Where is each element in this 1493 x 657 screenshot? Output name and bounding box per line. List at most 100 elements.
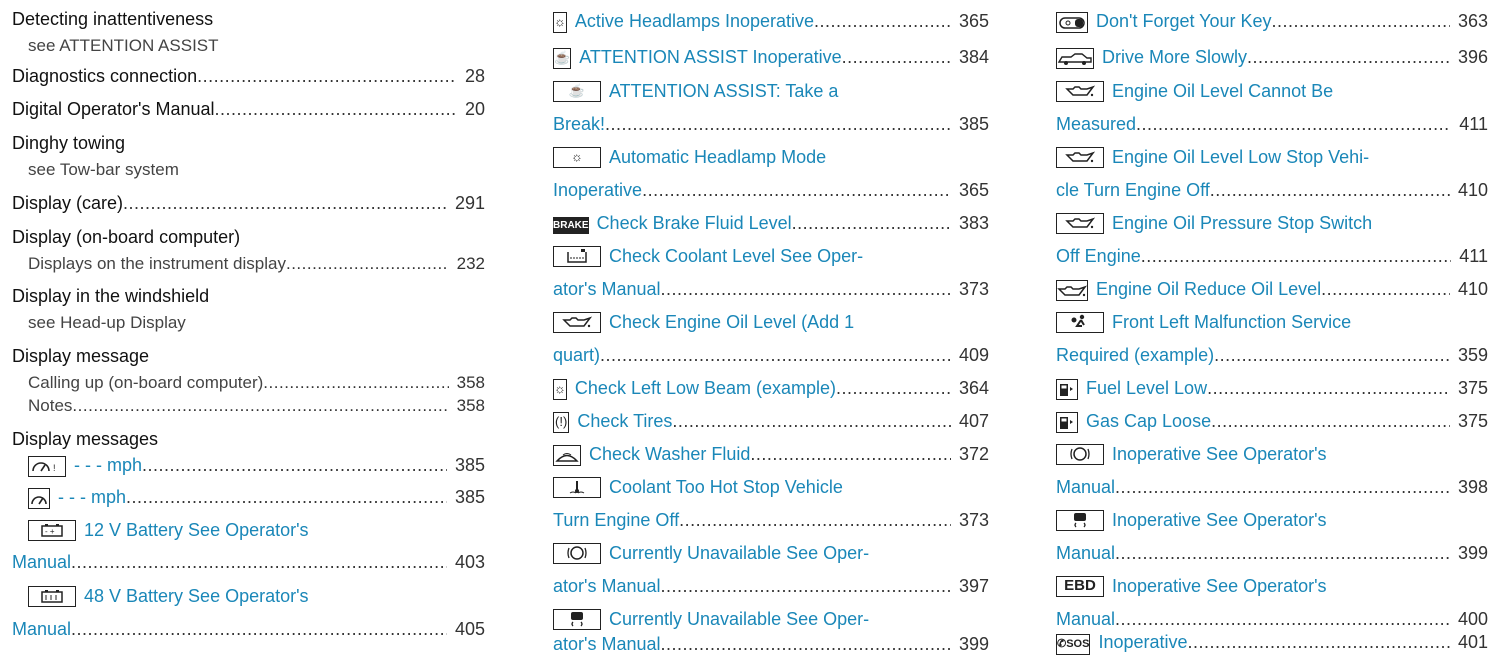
index-subentry-continuation[interactable]: Turn Engine Off373 <box>553 508 989 533</box>
coolant-temperature-icon <box>553 476 601 498</box>
airbag-icon <box>1056 311 1104 333</box>
index-subentry[interactable]: Currently Unavailable See Oper- <box>553 607 989 632</box>
index-subentry-continuation[interactable]: ator's Manual373 <box>553 277 989 302</box>
index-subentry[interactable]: Inoperative See Operator's <box>1056 442 1488 467</box>
brake-icon: BRAKE <box>553 217 589 234</box>
index-subentry-continuation[interactable]: Inoperative365 <box>553 178 989 203</box>
coolant-reservoir-icon <box>553 245 601 267</box>
index-subentry[interactable]: (!)Check Tires407 <box>553 409 989 434</box>
car-slow-icon <box>1056 48 1094 69</box>
index-subentry[interactable]: Check Engine Oil Level (Add 1 <box>553 310 989 335</box>
index-entry-diagnostics[interactable]: Diagnostics connection28 <box>12 64 485 89</box>
page-number: 385 <box>454 487 485 507</box>
index-subentry[interactable]: Displays on the instrument display232 <box>12 251 485 276</box>
index-subentry-continuation[interactable]: Off Engine411 <box>1056 244 1488 269</box>
page-number: 397 <box>958 576 989 596</box>
index-subentry[interactable]: ☼Check Left Low Beam (example)364 <box>553 376 989 401</box>
page-number: 403 <box>454 552 485 572</box>
coffee-cup-icon: ☕ <box>553 80 601 102</box>
page-number: 232 <box>456 254 485 273</box>
index-entry-digital-manual[interactable]: Digital Operator's Manual20 <box>12 97 485 122</box>
page-number: 365 <box>958 11 989 31</box>
page-number: 385 <box>958 114 989 134</box>
index-subentry[interactable]: Check Washer Fluid372 <box>553 442 989 467</box>
index-heading-display-messages: Display messages <box>12 429 159 449</box>
battery-icon: - + <box>28 519 76 541</box>
page-number: 20 <box>464 99 485 119</box>
index-subentry[interactable]: - +12 V Battery See Operator's <box>12 518 485 543</box>
oil-can-icon <box>553 311 601 333</box>
index-subentry[interactable]: Inoperative See Operator's <box>1056 508 1488 533</box>
index-heading-dinghy: Dinghy towing <box>12 133 126 153</box>
page-number: 28 <box>464 66 485 86</box>
index-subentry[interactable]: ☼ Automatic Headlamp Mode <box>553 145 989 170</box>
index-subentry-continuation[interactable]: Manual405 <box>12 617 485 642</box>
index-subentry[interactable]: Front Left Malfunction Service <box>1056 310 1488 335</box>
index-subentry-continuation[interactable]: quart)409 <box>553 343 989 368</box>
index-subentry-continuation[interactable]: ator's Manual397 <box>553 574 989 599</box>
svg-text:- +: - + <box>45 527 55 536</box>
fuel-pump-icon <box>1056 379 1078 400</box>
index-subentry[interactable]: Engine Oil Pressure Stop Switch <box>1056 211 1488 236</box>
index-subentry[interactable]: Fuel Level Low375 <box>1056 376 1488 401</box>
index-subentry-continuation[interactable]: ator's Manual399 <box>553 632 989 657</box>
page-number: 407 <box>958 411 989 431</box>
index-subentry-continuation[interactable]: Manual398 <box>1056 475 1488 500</box>
battery-48v-icon <box>28 585 76 607</box>
index-subentry[interactable]: Calling up (on-board computer)358 <box>12 370 485 395</box>
index-subentry[interactable]: Currently Unavailable See Oper- <box>553 541 989 566</box>
index-subentry[interactable]: Drive More Slowly396 <box>1056 45 1488 70</box>
page-number: 400 <box>1457 609 1488 629</box>
index-subentry[interactable]: - - - mph385 <box>12 485 485 510</box>
fuel-pump-icon <box>1056 412 1078 433</box>
index-subentry[interactable]: Coolant Too Hot Stop Vehicle <box>553 475 989 500</box>
see-reference: see Head-up Display <box>28 313 186 332</box>
page-number: 363 <box>1457 11 1488 31</box>
svg-text:!: ! <box>53 463 56 473</box>
index-subentry[interactable]: BRAKECheck Brake Fluid Level383 <box>553 211 989 236</box>
index-subentry[interactable]: !- - - mph385 <box>12 453 485 478</box>
oil-can-icon <box>1056 146 1104 168</box>
index-subentry[interactable]: Notes358 <box>12 393 485 418</box>
index-heading-display-obc: Display (on-board computer) <box>12 227 241 247</box>
index-subentry[interactable]: Gas Cap Loose375 <box>1056 409 1488 434</box>
abs-icon <box>553 542 601 564</box>
index-subentry-continuation[interactable]: Manual400 <box>1056 607 1488 632</box>
index-subentry[interactable]: Engine Oil Level Cannot Be <box>1056 79 1488 104</box>
page-number: 358 <box>456 396 485 415</box>
page-number: 291 <box>454 193 485 213</box>
oil-can-icon <box>1056 212 1104 234</box>
page-number: 398 <box>1457 477 1488 497</box>
index-entry-display-care[interactable]: Display (care)291 <box>12 191 485 216</box>
page-number: 384 <box>958 47 989 67</box>
skid-car-icon <box>1056 509 1104 531</box>
page-number: 405 <box>454 619 485 639</box>
index-subentry[interactable]: Engine Oil Level Low Stop Vehi- <box>1056 145 1488 170</box>
index-subentry[interactable]: 48 V Battery See Operator's <box>12 584 485 609</box>
index-subentry-continuation[interactable]: Manual399 <box>1056 541 1488 566</box>
index-subentry-continuation[interactable]: Measured411 <box>1056 112 1488 137</box>
page-number: 365 <box>958 180 989 200</box>
page-number: 364 <box>958 378 989 398</box>
headlamp-sun-icon: ☼ <box>553 146 601 168</box>
index-subentry[interactable]: Check Coolant Level See Oper- <box>553 244 989 269</box>
page-number: 358 <box>456 373 485 392</box>
index-subentry-continuation[interactable]: Manual403 <box>12 550 485 575</box>
speedometer-warning-icon: ! <box>28 456 66 477</box>
page-number: 373 <box>958 510 989 530</box>
page-number: 401 <box>1457 632 1488 652</box>
index-subentry-continuation[interactable]: Required (example)359 <box>1056 343 1488 368</box>
speedometer-icon <box>28 488 50 509</box>
index-subentry-continuation[interactable]: cle Turn Engine Off410 <box>1056 178 1488 203</box>
index-subentry[interactable]: ☕ ATTENTION ASSIST: Take a <box>553 79 989 104</box>
index-subentry-continuation[interactable]: Break!385 <box>553 112 989 137</box>
index-subentry[interactable]: EBD Inoperative See Operator's <box>1056 574 1488 599</box>
page-number: 409 <box>958 345 989 365</box>
index-subentry[interactable]: ☕ATTENTION ASSIST Inoperative384 <box>553 45 989 70</box>
page-number: 372 <box>958 444 989 464</box>
index-subentry[interactable]: ✆SOSInoperative401 <box>1056 630 1488 655</box>
index-subentry[interactable]: Don't Forget Your Key363 <box>1056 9 1488 34</box>
index-subentry[interactable]: Engine Oil Reduce Oil Level410 <box>1056 277 1488 302</box>
page-number: 396 <box>1457 47 1488 67</box>
index-subentry[interactable]: ☼Active Headlamps Inoperative365 <box>553 9 989 34</box>
